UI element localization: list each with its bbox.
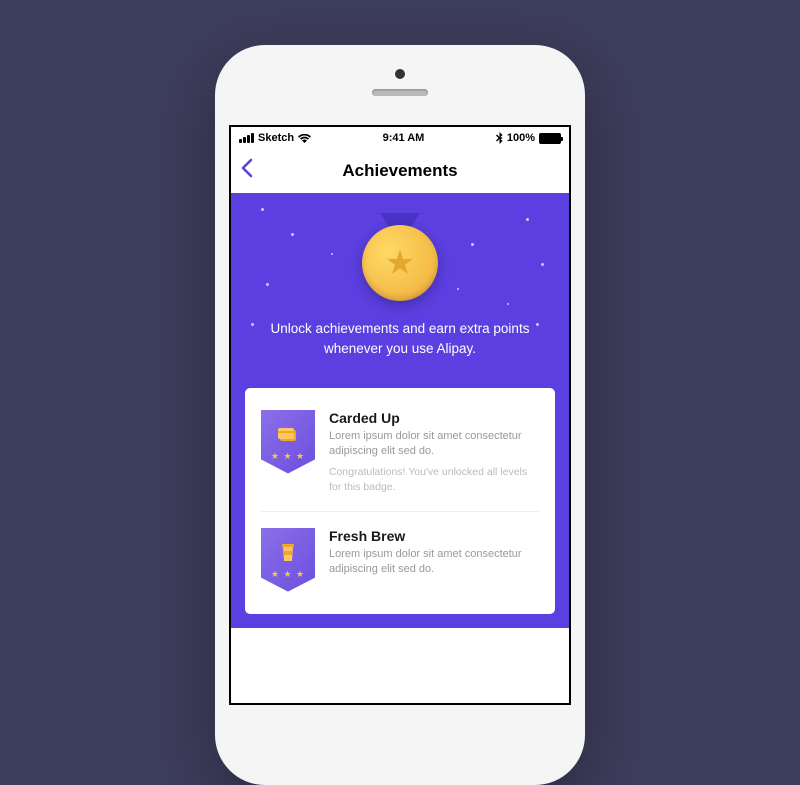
wifi-icon <box>298 134 311 143</box>
achievement-description: Lorem ipsum dolor sit amet consectetur a… <box>329 547 539 578</box>
battery-percent: 100% <box>507 132 535 144</box>
achievement-item[interactable]: ★ ★ ★ Carded Up Lorem ipsum dolor sit am… <box>261 404 539 501</box>
achievement-badge: ★ ★ ★ <box>261 410 315 474</box>
time-label: 9:41 AM <box>383 132 425 144</box>
carrier-label: Sketch <box>258 132 294 144</box>
medal-icon: ★ <box>362 225 438 301</box>
achievement-item[interactable]: ★ ★ ★ Fresh Brew Lorem ipsum dolor sit a… <box>261 522 539 598</box>
battery-icon <box>539 133 561 144</box>
screen: Sketch 9:41 AM 100% Achievements <box>229 125 571 705</box>
hero-text: Unlock achievements and earn extra point… <box>255 319 545 360</box>
status-bar: Sketch 9:41 AM 100% <box>231 127 569 149</box>
badge-stars: ★ ★ ★ <box>271 569 305 580</box>
star-icon: ★ <box>385 243 415 283</box>
chevron-left-icon <box>241 158 253 178</box>
back-button[interactable] <box>241 157 253 185</box>
card-icon <box>277 426 299 450</box>
nav-bar: Achievements <box>231 149 569 193</box>
achievement-title: Carded Up <box>329 410 539 426</box>
bluetooth-icon <box>496 132 503 144</box>
achievement-description: Lorem ipsum dolor sit amet consectetur a… <box>329 429 539 460</box>
badge-stars: ★ ★ ★ <box>271 451 305 462</box>
phone-frame: Sketch 9:41 AM 100% Achievements <box>215 45 585 785</box>
achievement-badge: ★ ★ ★ <box>261 528 315 592</box>
coffee-icon <box>280 543 296 569</box>
signal-icon <box>239 133 254 143</box>
phone-speaker <box>372 89 428 96</box>
divider <box>261 511 539 512</box>
achievement-title: Fresh Brew <box>329 528 539 544</box>
hero-section: ★ Unlock achievements and earn extra poi… <box>231 193 569 388</box>
achievement-list[interactable]: ★ ★ ★ Carded Up Lorem ipsum dolor sit am… <box>231 388 569 628</box>
achievement-congrats: Congratulations! You've unlocked all lev… <box>329 465 539 494</box>
page-title: Achievements <box>342 161 457 181</box>
